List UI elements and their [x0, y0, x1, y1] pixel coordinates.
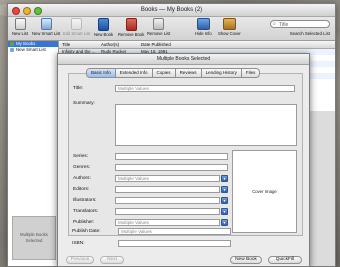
authors-label: Authors:: [73, 176, 91, 181]
genres-label: Genres:: [73, 165, 91, 170]
sidebar-cover-placeholder: Multiple Books Selected: [12, 216, 56, 260]
new-smart-list-button[interactable]: New Smart List: [32, 18, 60, 39]
tab-files[interactable]: Files: [242, 69, 260, 77]
publisher-field[interactable]: Multiple Values: [115, 219, 220, 226]
tab-reviews[interactable]: Reviews: [176, 69, 202, 77]
translators-dropdown-icon[interactable]: ▾: [221, 208, 228, 215]
remove-list-label: Remove List: [147, 31, 171, 36]
isbn-label: ISBN:: [72, 241, 85, 246]
cover-image-well[interactable]: Cover Image: [232, 150, 297, 233]
sidebar: My Books New Smart List Multiple Books S…: [8, 41, 59, 266]
genres-field[interactable]: [115, 164, 228, 171]
column-header-date[interactable]: Date Published: [141, 41, 171, 48]
multiple-books-sheet: Multiple Books Selected Title: Multiple …: [57, 53, 310, 267]
remove-book-label: Remove Book: [118, 32, 145, 37]
hide-info-button[interactable]: Hide Info: [195, 18, 212, 39]
sidebar-item-label: New Smart List: [16, 47, 46, 52]
sheet-tabs: Basic Info Extended Info Copies Reviews …: [86, 68, 261, 78]
new-book-label: New Book: [94, 32, 114, 37]
illustrators-label: Illustrators:: [73, 198, 97, 203]
tab-extended-info[interactable]: Extended Info: [116, 69, 153, 77]
show-cover-button[interactable]: Show Cover: [218, 18, 241, 39]
new-smart-list-label: New Smart List: [32, 31, 61, 36]
title-bar[interactable]: Books — My Books (2): [8, 4, 335, 17]
remove-book-icon: [125, 18, 137, 31]
sheet-title: Multiple Books Selected: [58, 54, 309, 65]
hide-info-icon: [196, 18, 210, 30]
summary-label: Summary:: [73, 101, 95, 106]
tab-lending-history[interactable]: Lending History: [202, 69, 242, 77]
close-window-icon[interactable]: [12, 7, 20, 15]
new-list-label: New List: [12, 31, 29, 36]
previous-button[interactable]: Previous: [66, 256, 94, 264]
translators-field[interactable]: [115, 208, 220, 215]
translators-label: Translators:: [73, 209, 99, 214]
new-book-button[interactable]: New Book: [94, 18, 113, 39]
next-button[interactable]: Next: [100, 256, 124, 264]
sidebar-item-label: My Books: [16, 41, 36, 46]
hide-info-label: Hide Info: [195, 31, 212, 36]
basic-info-panel: Title: Multiple Values Summary: Series: …: [68, 73, 303, 236]
smart-list-icon: [40, 18, 52, 30]
window-controls: [12, 7, 42, 15]
publish-date-label: Publish Date:: [72, 229, 101, 234]
publisher-label: Publisher:: [73, 220, 95, 225]
remove-book-button[interactable]: Remove Book: [118, 18, 144, 39]
zoom-window-icon[interactable]: [34, 7, 42, 15]
new-list-button[interactable]: New List: [12, 18, 28, 39]
new-list-icon: [14, 18, 26, 30]
search-input[interactable]: ⌕ Title: [270, 20, 330, 28]
search-placeholder: Title: [279, 22, 289, 28]
isbn-field[interactable]: [118, 240, 231, 247]
authors-dropdown-icon[interactable]: ▾: [221, 175, 228, 182]
book-list-icon: [10, 42, 14, 46]
title-field[interactable]: Multiple Values: [115, 85, 295, 92]
editors-field[interactable]: [115, 186, 220, 193]
publisher-dropdown-icon[interactable]: ▾: [221, 219, 228, 226]
search-icon: ⌕: [273, 21, 276, 27]
minimize-window-icon[interactable]: [23, 7, 31, 15]
illustrators-field[interactable]: [115, 197, 220, 204]
publish-date-field[interactable]: Multiple Values: [118, 228, 231, 235]
edit-smart-list-label: Edit Smart List: [63, 31, 91, 36]
series-field[interactable]: [115, 153, 228, 160]
series-label: Series:: [73, 154, 88, 159]
column-header-authors[interactable]: Author(s): [101, 41, 119, 48]
remove-list-button[interactable]: Remove List: [147, 18, 170, 39]
show-cover-icon: [222, 18, 236, 30]
column-header-title[interactable]: Title: [62, 41, 70, 48]
smart-list-icon: [10, 48, 14, 52]
summary-field[interactable]: [115, 104, 297, 146]
cover-image-label: Cover Image: [252, 189, 277, 194]
tab-copies[interactable]: Copies: [153, 69, 176, 77]
search-label: Search Selected List: [289, 31, 330, 36]
new-book-icon: [98, 18, 110, 31]
window-title: Books — My Books (2): [140, 7, 203, 13]
tab-basic-info[interactable]: Basic Info: [87, 69, 116, 77]
toolbar: New List New Smart List Edit Smart List …: [8, 17, 335, 41]
table-header: Title Author(s) Date Published: [59, 41, 335, 49]
editors-label: Editors:: [73, 187, 90, 192]
edit-smart-list-icon: [71, 18, 83, 30]
edit-smart-list-button[interactable]: Edit Smart List: [63, 18, 90, 39]
show-cover-label: Show Cover: [218, 31, 241, 36]
title-label: Title:: [73, 86, 84, 91]
sidebar-item-new-smart-list[interactable]: New Smart List: [8, 47, 58, 53]
new-book-sheet-button[interactable]: New Book: [230, 256, 262, 264]
remove-list-icon: [153, 18, 165, 30]
editors-dropdown-icon[interactable]: ▾: [221, 186, 228, 193]
illustrators-dropdown-icon[interactable]: ▾: [221, 197, 228, 204]
authors-field[interactable]: Multiple Values: [115, 175, 220, 182]
quickfill-button[interactable]: QuickFill: [268, 256, 302, 264]
cover-placeholder-text: Multiple Books Selected: [20, 232, 48, 243]
